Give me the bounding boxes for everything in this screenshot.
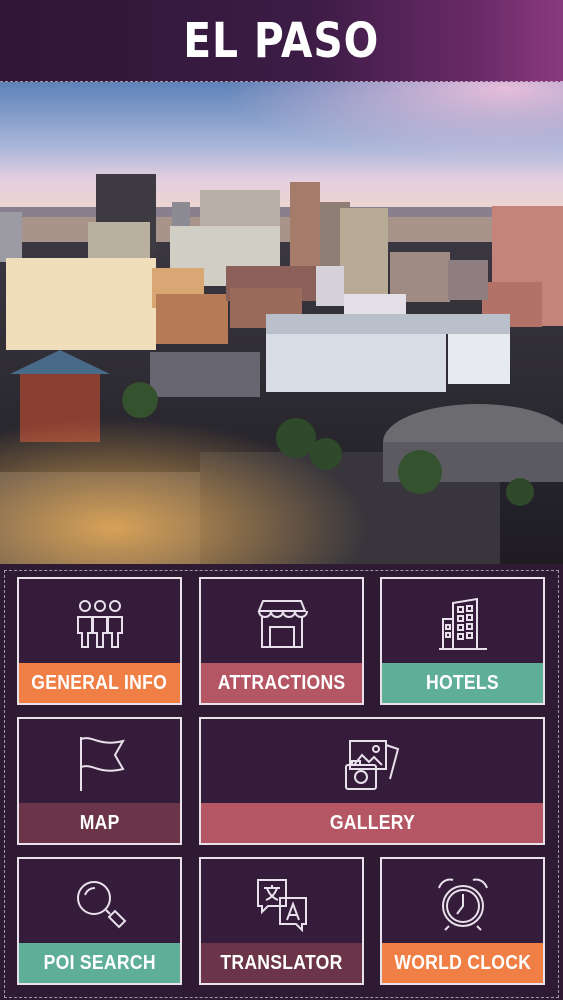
store-icon (201, 589, 362, 659)
hero-city-image (0, 82, 563, 564)
world-clock-tile[interactable]: WORLD CLOCK (380, 857, 545, 985)
world-clock-label: WORLD CLOCK (382, 943, 543, 983)
general-info-tile[interactable]: GENERAL INFO (17, 577, 182, 705)
poi-search-label: POI SEARCH (19, 943, 180, 983)
people-icon (19, 589, 180, 659)
hotels-label: HOTELS (382, 663, 543, 703)
flag-icon (19, 729, 180, 799)
menu-grid: GENERAL INFO ATTRACTIONS HOTELS MAP GALL… (0, 564, 563, 1000)
attractions-tile[interactable]: ATTRACTIONS (199, 577, 364, 705)
map-label: MAP (19, 803, 180, 843)
hotels-tile[interactable]: HOTELS (380, 577, 545, 705)
map-tile[interactable]: MAP (17, 717, 182, 845)
poi-search-tile[interactable]: POI SEARCH (17, 857, 182, 985)
building-icon (382, 589, 543, 659)
alarm-clock-icon (382, 869, 543, 939)
magnifier-icon (19, 869, 180, 939)
attractions-label: ATTRACTIONS (201, 663, 362, 703)
translator-tile[interactable]: TRANSLATOR (199, 857, 364, 985)
gallery-tile[interactable]: GALLERY (199, 717, 545, 845)
translate-icon (201, 869, 362, 939)
photos-icon (201, 729, 543, 799)
general-info-label: GENERAL INFO (19, 663, 180, 703)
translator-label: TRANSLATOR (201, 943, 362, 983)
app-header: EL PASO (0, 0, 563, 82)
skyline-illustration (0, 82, 563, 564)
page-title: EL PASO (183, 12, 380, 69)
gallery-label: GALLERY (201, 803, 543, 843)
